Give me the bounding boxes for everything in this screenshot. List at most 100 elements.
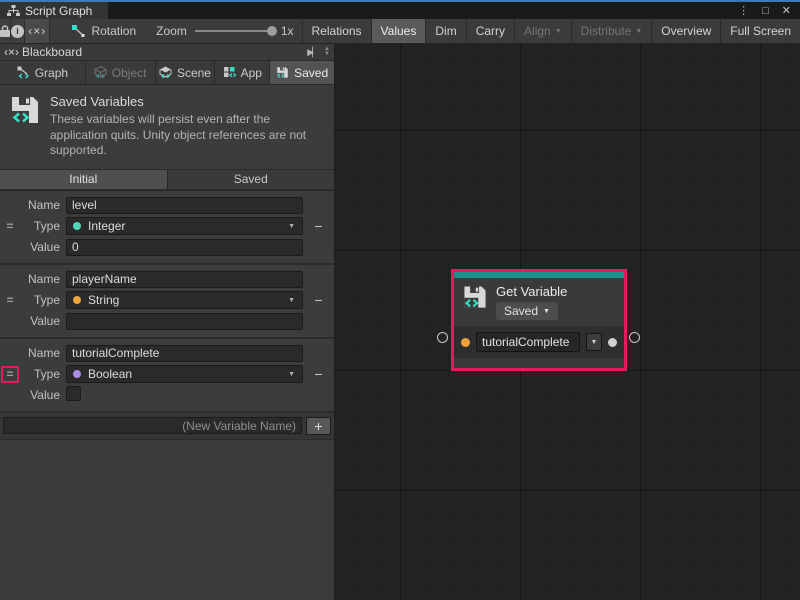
object-variables-icon <box>94 66 107 79</box>
remove-variable-button[interactable]: − <box>314 293 322 307</box>
variable-name-field[interactable]: tutorialComplete <box>476 332 580 352</box>
variable-scope-dropdown[interactable]: Saved ▼ <box>496 302 558 320</box>
visual-scripting-logo-button[interactable]: ‹×› <box>25 19 50 43</box>
variables-list: Name = Type Integer ▼ − Value <box>0 191 334 600</box>
floppy-disk-icon <box>462 284 488 310</box>
tab-scene[interactable]: Scene <box>156 61 216 84</box>
graph-canvas[interactable]: Get Variable Saved ▼ tutorialComplete ▼ <box>335 44 800 600</box>
graph-variables-icon <box>17 66 30 79</box>
tab-graph[interactable]: Graph <box>0 61 86 84</box>
boolean-value-checkbox[interactable] <box>66 386 81 401</box>
saved-variables-icon <box>276 66 289 79</box>
value-label: Value <box>30 314 66 328</box>
window-menu-icon[interactable]: ⋮ <box>738 4 749 17</box>
subtab-saved[interactable]: Saved <box>168 170 335 189</box>
connection-port-right[interactable] <box>629 332 640 343</box>
saved-variables-info: Saved Variables These variables will per… <box>0 85 334 170</box>
variable-group-playerName: Name = Type String ▼ − Value <box>0 265 334 339</box>
window-close-icon[interactable]: ✕ <box>782 4 791 17</box>
relations-toggle[interactable]: Relations <box>302 19 371 43</box>
value-label: Value <box>30 240 66 254</box>
overview-button[interactable]: Overview <box>651 19 720 43</box>
node-ports-row: tutorialComplete ▼ <box>454 326 624 358</box>
type-color-dot <box>73 296 81 304</box>
lock-icon <box>0 25 10 37</box>
zoom-label: Zoom <box>156 24 187 38</box>
visual-scripting-logo-icon: ‹×› <box>4 45 19 59</box>
zoom-control: Zoom 1x <box>148 19 301 43</box>
name-label: Name <box>28 272 66 286</box>
variable-type-dropdown[interactable]: String ▼ <box>66 291 303 309</box>
remove-variable-button[interactable]: − <box>314 219 322 233</box>
chevron-down-icon: ▼ <box>555 28 562 35</box>
new-variable-name-input[interactable] <box>3 417 302 434</box>
node-title: Get Variable <box>496 284 567 299</box>
node-header: Get Variable Saved ▼ <box>454 278 624 326</box>
variable-type-dropdown[interactable]: Integer ▼ <box>66 217 303 235</box>
type-color-dot <box>73 222 81 230</box>
blackboard-panel: ‹×› Blackboard ▶▏ ▲ ▼ Graph <box>0 44 335 600</box>
connection-port-left[interactable] <box>437 332 448 343</box>
value-output-port[interactable] <box>608 338 617 347</box>
type-label: Type <box>34 293 66 307</box>
info-description: These variables will persist even after … <box>50 112 326 159</box>
tab-app[interactable]: App <box>215 61 270 84</box>
dock-panel-icon[interactable]: ▶▏ <box>307 47 317 58</box>
info-icon: i <box>11 25 24 38</box>
dim-toggle[interactable]: Dim <box>425 19 465 43</box>
scene-variables-icon <box>159 66 172 79</box>
window-maximize-icon[interactable]: □ <box>762 5 769 17</box>
variable-value-input[interactable] <box>66 313 303 330</box>
zoom-value: 1x <box>281 24 294 38</box>
variable-value-input[interactable] <box>66 239 303 256</box>
panel-scroll-arrows[interactable]: ▲ ▼ <box>320 47 330 57</box>
floppy-disk-icon <box>9 94 41 126</box>
variable-picker-button[interactable]: ▼ <box>586 333 602 351</box>
tab-saved[interactable]: Saved <box>270 61 334 84</box>
variable-type-dropdown[interactable]: Boolean ▼ <box>66 365 303 383</box>
distribute-dropdown[interactable]: Distribute ▼ <box>571 19 652 43</box>
graph-hierarchy-icon <box>7 5 20 16</box>
type-label: Type <box>34 219 66 233</box>
chevron-down-icon: ▼ <box>288 371 295 378</box>
drag-handle-icon-highlighted[interactable]: = <box>1 366 18 383</box>
name-label: Name <box>28 198 66 212</box>
variable-name-input[interactable] <box>66 345 303 362</box>
variable-name-input[interactable] <box>66 197 303 214</box>
chevron-down-icon: ▼ <box>288 297 295 304</box>
carry-toggle[interactable]: Carry <box>466 19 514 43</box>
name-label: Name <box>28 346 66 360</box>
zoom-slider-handle[interactable] <box>267 26 277 36</box>
rotation-toggle[interactable]: Rotation <box>60 19 148 43</box>
lock-button[interactable] <box>0 19 11 43</box>
type-label: Type <box>34 367 66 381</box>
node-selection-highlight: Get Variable Saved ▼ tutorialComplete ▼ <box>451 269 627 371</box>
align-dropdown[interactable]: Align ▼ <box>514 19 571 43</box>
variable-scope-tabs: Graph Object Scene <box>0 61 334 85</box>
tab-title: Script Graph <box>25 4 92 18</box>
subtab-initial[interactable]: Initial <box>0 170 167 189</box>
variable-group-tutorialComplete: Name = Type Boolean ▼ − Value <box>0 339 334 413</box>
variable-group-level: Name = Type Integer ▼ − Value <box>0 191 334 265</box>
add-variable-button[interactable]: + <box>306 417 331 435</box>
drag-handle-icon[interactable]: = <box>6 294 13 307</box>
rotation-label: Rotation <box>91 24 136 38</box>
node-footer <box>454 358 624 368</box>
tab-script-graph[interactable]: Script Graph <box>0 2 108 19</box>
visual-scripting-logo-icon: ‹×› <box>28 24 46 38</box>
drag-handle-icon[interactable]: = <box>6 220 13 233</box>
values-toggle[interactable]: Values <box>371 19 426 43</box>
zoom-slider[interactable] <box>195 30 273 32</box>
initial-saved-subtabs: Initial Saved <box>0 170 334 191</box>
full-screen-button[interactable]: Full Screen <box>720 19 800 43</box>
scroll-down-icon[interactable]: ▼ <box>324 52 330 57</box>
get-variable-node[interactable]: Get Variable Saved ▼ tutorialComplete ▼ <box>454 272 624 368</box>
chevron-down-icon: ▼ <box>591 339 598 346</box>
new-variable-row: + <box>0 413 334 440</box>
tab-object[interactable]: Object <box>86 61 156 84</box>
variable-name-input[interactable] <box>66 271 303 288</box>
info-button[interactable]: i <box>11 19 25 43</box>
chevron-down-icon: ▼ <box>635 28 642 35</box>
remove-variable-button[interactable]: − <box>314 367 322 381</box>
value-input-port[interactable] <box>461 338 470 347</box>
